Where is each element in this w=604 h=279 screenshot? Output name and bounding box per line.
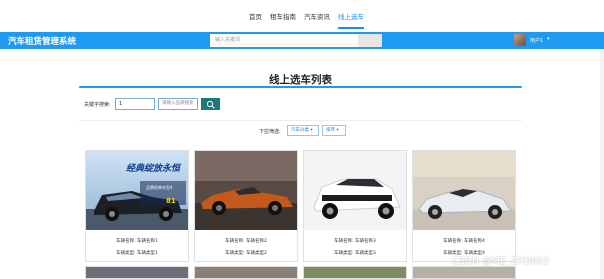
nav-car-news[interactable]: 汽车资讯	[304, 11, 330, 21]
filter-divider	[79, 120, 522, 121]
keyword-label: 关键字搜索:	[84, 102, 111, 108]
brand-title: 汽车租赁管理系统	[8, 37, 77, 47]
top-nav: 首页 租车指南 汽车资讯 线上选车	[0, 0, 604, 32]
page-scrollbar[interactable]	[600, 49, 604, 279]
nav-rental-guide[interactable]: 租车指南	[270, 11, 296, 21]
car-type: 车辆类型: 车辆类型1	[116, 251, 158, 256]
car-card[interactable]: 车辆名称: 车辆名称4 车辆类型: 车辆类型4	[412, 150, 516, 262]
chevron-down-icon[interactable]: ▾	[547, 36, 550, 42]
car-card[interactable]: 车辆名称: 车辆名称2 车辆类型: 车辆类型2	[194, 150, 298, 262]
nav-active-indicator	[338, 27, 364, 29]
car-photo[interactable]	[195, 151, 297, 230]
nav-online-car-selection[interactable]: 线上选车	[338, 11, 364, 21]
title-underline	[79, 86, 522, 88]
avatar[interactable]	[514, 34, 526, 46]
car-card[interactable]	[303, 266, 407, 279]
car-type: 车辆类型: 车辆类型3	[334, 251, 376, 256]
sort-dropdown[interactable]: 排序 ▾	[322, 125, 346, 136]
car-photo[interactable]	[413, 151, 515, 230]
photo-sub-text: 品牌经典车型4	[146, 185, 173, 190]
car-photo[interactable]	[304, 151, 406, 230]
car-card[interactable]	[194, 266, 298, 279]
car-card[interactable]: 车辆名称: 车辆名称3 车辆类型: 车辆类型3	[303, 150, 407, 262]
car-card[interactable]	[412, 266, 516, 279]
filter-search-button[interactable]	[201, 98, 220, 110]
watermark: CSDN @MZ_ZXD001	[452, 256, 550, 267]
search-icon	[206, 100, 215, 109]
user-name[interactable]: 用户1	[530, 37, 543, 44]
search-button[interactable]	[358, 34, 382, 47]
car-name: 车辆名称: 车辆名称1	[116, 239, 158, 244]
car-card[interactable]	[85, 266, 189, 279]
car-name: 车辆名称: 车辆名称3	[334, 239, 376, 244]
car-photo[interactable]: 经典绽放永恒 品牌经典车型4 81	[86, 151, 188, 230]
car-card[interactable]: 经典绽放永恒 品牌经典车型4 81 车辆名称: 车辆名称1 车辆类型: 车辆类型…	[85, 150, 189, 262]
photo-price-text: 81	[166, 197, 176, 205]
car-name: 车辆名称: 车辆名称4	[443, 239, 485, 244]
brand-input[interactable]: 请输入品牌搜索	[158, 98, 198, 110]
photo-banner-text: 经典绽放永恒	[126, 164, 181, 174]
header-bar: 汽车租赁管理系统 输入关键词 用户1 ▾	[0, 32, 604, 49]
car-type-dropdown[interactable]: 汽车分类 ▾	[287, 125, 319, 136]
category-filter-label: 下拉筛选:	[259, 129, 281, 135]
page-title: 线上选车列表	[269, 74, 332, 86]
car-name: 车辆名称: 车辆名称2	[225, 239, 267, 244]
nav-home[interactable]: 首页	[249, 11, 262, 21]
keyword-input[interactable]: 1	[115, 98, 155, 110]
search-input[interactable]: 输入关键词	[210, 34, 358, 47]
car-type: 车辆类型: 车辆类型2	[225, 251, 267, 256]
